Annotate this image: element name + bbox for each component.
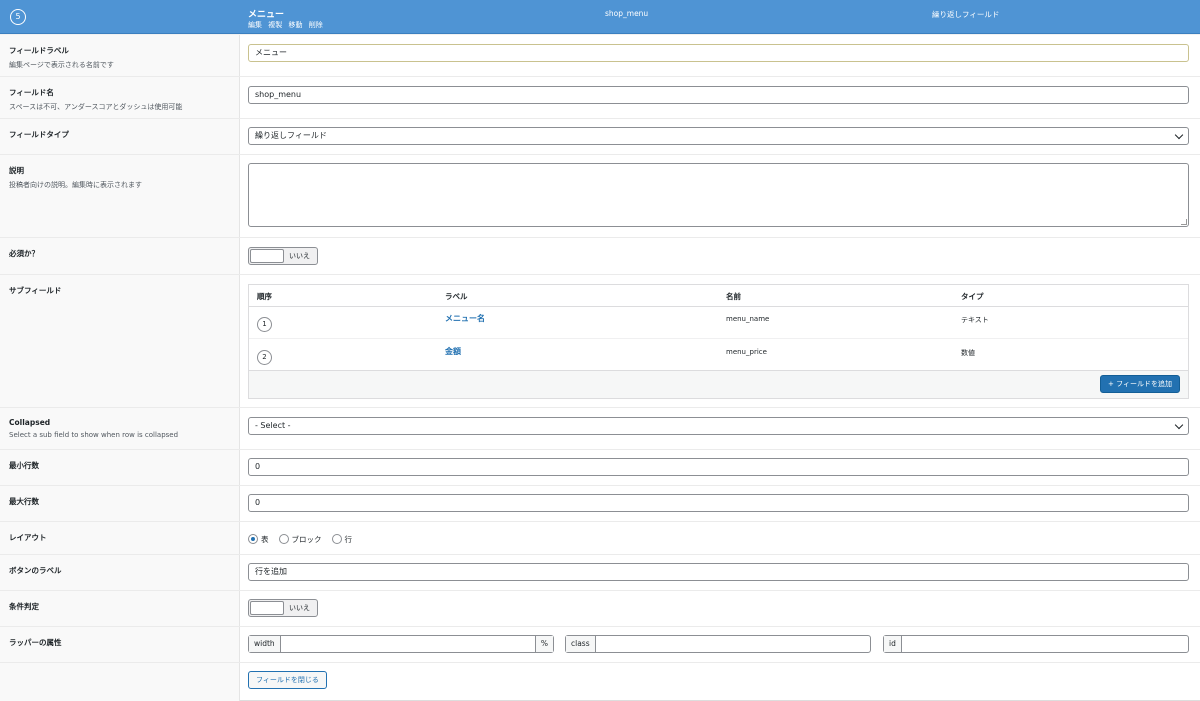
width-suffix: % [534,636,553,652]
instructions-title: 説明 [9,166,24,175]
sub-field-row[interactable]: 1 メニュー名 menu_name テキスト [249,307,1188,339]
layout-title: レイアウト [9,533,47,542]
min-rows-input[interactable]: 0 [248,458,1189,476]
field-settings: フィールドラベル 編集ページで表示される名前です メニュー フィールド名 スペー… [0,35,1200,701]
field-header-name: shop_menu [605,9,649,18]
collapsed-desc: Select a sub field to show when row is c… [9,431,179,439]
row-layout: レイアウト 表 ブロック 行 [0,522,1200,555]
field-order-badge: 5 [10,9,26,25]
add-field-button[interactable]: + フィールドを追加 [1100,375,1180,393]
sub-field-name: menu_name [726,315,770,323]
field-type-select[interactable]: 繰り返しフィールド [248,127,1189,145]
row-min-rows: 最小行数 0 [0,450,1200,486]
max-rows-title: 最大行数 [9,497,39,506]
sub-fields-header: 順序 ラベル 名前 タイプ [249,285,1188,307]
row-instructions: 説明 投稿者向けの説明。編集時に表示されます [0,155,1200,238]
wrapper-title: ラッパーの属性 [9,638,62,647]
collapsed-title: Collapsed [9,418,51,427]
wrapper-id-input[interactable]: id [883,635,1189,653]
row-field-name: フィールド名 スペースは不可、アンダースコアとダッシュは使用可能 shop_me… [0,77,1200,119]
resize-handle-icon[interactable] [1181,219,1187,225]
row-conditional: 条件判定 いいえ [0,591,1200,627]
field-label-title: フィールドラベル [9,46,69,55]
id-prefix: id [884,636,902,652]
row-field-label: フィールドラベル 編集ページで表示される名前です メニュー [0,35,1200,77]
field-name-desc: スペースは不可、アンダースコアとダッシュは使用可能 [9,103,183,111]
layout-option-block[interactable]: ブロック [278,534,322,545]
row-field-type: フィールドタイプ 繰り返しフィールド [0,119,1200,155]
row-sub-fields: サブフィールド 順序 ラベル 名前 タイプ 1 メニュー名 menu_name … [0,275,1200,408]
field-header-type: 繰り返しフィールド [932,10,1000,19]
row-max-rows: 最大行数 0 [0,486,1200,522]
sub-field-row[interactable]: 2 金額 menu_price 数値 [249,340,1188,372]
instructions-textarea[interactable] [248,163,1189,227]
sub-field-order[interactable]: 1 [257,317,272,332]
min-rows-title: 最小行数 [9,461,39,470]
row-close: フィールドを閉じる [0,663,1200,701]
row-required: 必須か？ いいえ [0,238,1200,275]
toggle-knob [250,601,284,615]
conditional-title: 条件判定 [9,602,39,611]
row-button-label: ボタンのラベル 行を追加 [0,555,1200,591]
sub-field-type: テキスト [961,316,989,324]
field-type-value: 繰り返しフィールド [255,131,327,140]
chevron-down-icon [1174,130,1184,140]
chevron-down-icon [1174,420,1184,430]
field-header-label[interactable]: メニュー [248,7,284,20]
required-toggle[interactable]: いいえ [248,247,318,265]
max-rows-input[interactable]: 0 [248,494,1189,512]
sub-fields-title: サブフィールド [9,286,62,295]
field-name-title: フィールド名 [9,88,54,97]
col-order: 順序 [257,292,272,301]
wrapper-class-input[interactable]: class [565,635,871,653]
field-header[interactable]: 5 メニュー 編集 複製 移動 削除 shop_menu 繰り返しフィールド [0,0,1200,34]
close-field-button[interactable]: フィールドを閉じる [248,671,327,689]
sub-field-label-link[interactable]: メニュー名 [445,313,485,324]
layout-option-row[interactable]: 行 [331,534,352,545]
col-name: 名前 [726,292,741,301]
field-label-input[interactable]: メニュー [248,44,1189,62]
collapsed-value: - Select - [255,421,291,430]
edit-link[interactable]: 編集 [248,21,262,29]
duplicate-link[interactable]: 複製 [268,21,282,29]
toggle-knob [250,249,284,263]
button-label-title: ボタンのラベル [9,566,62,575]
instructions-desc: 投稿者向けの説明。編集時に表示されます [9,181,142,189]
wrapper-width-input[interactable]: width % [248,635,554,653]
sub-field-label-link[interactable]: 金額 [445,346,461,357]
field-label-desc: 編集ページで表示される名前です [9,61,114,69]
col-type: タイプ [961,292,984,301]
wrapper-attributes: width % class id [248,635,1189,653]
required-title: 必須か？ [9,249,39,258]
radio-checked-icon[interactable] [248,534,258,544]
delete-link[interactable]: 削除 [309,21,323,29]
layout-radio-group: 表 ブロック 行 [248,532,362,546]
radio-icon[interactable] [331,534,342,544]
sub-fields-table: 順序 ラベル 名前 タイプ 1 メニュー名 menu_name テキスト 2 金… [248,284,1189,399]
class-prefix: class [566,636,596,652]
conditional-toggle-text: いいえ [289,604,310,612]
sub-fields-footer: + フィールドを追加 [249,370,1188,398]
field-name-input[interactable]: shop_menu [248,86,1189,104]
radio-icon[interactable] [278,534,289,544]
button-label-input[interactable]: 行を追加 [248,563,1189,581]
field-type-title: フィールドタイプ [9,130,69,139]
layout-option-table[interactable]: 表 [248,534,269,545]
sub-field-name: menu_price [726,348,767,356]
col-label: ラベル [445,292,468,301]
required-toggle-text: いいえ [289,252,310,260]
width-prefix: width [249,636,281,652]
sub-field-type: 数値 [961,349,975,357]
field-header-actions: 編集 複製 移動 削除 [248,20,327,30]
row-wrapper: ラッパーの属性 width % class id [0,627,1200,663]
collapsed-select[interactable]: - Select - [248,417,1189,435]
sub-field-order[interactable]: 2 [257,350,272,365]
row-collapsed: Collapsed Select a sub field to show whe… [0,408,1200,450]
move-link[interactable]: 移動 [288,21,302,29]
conditional-toggle[interactable]: いいえ [248,599,318,617]
